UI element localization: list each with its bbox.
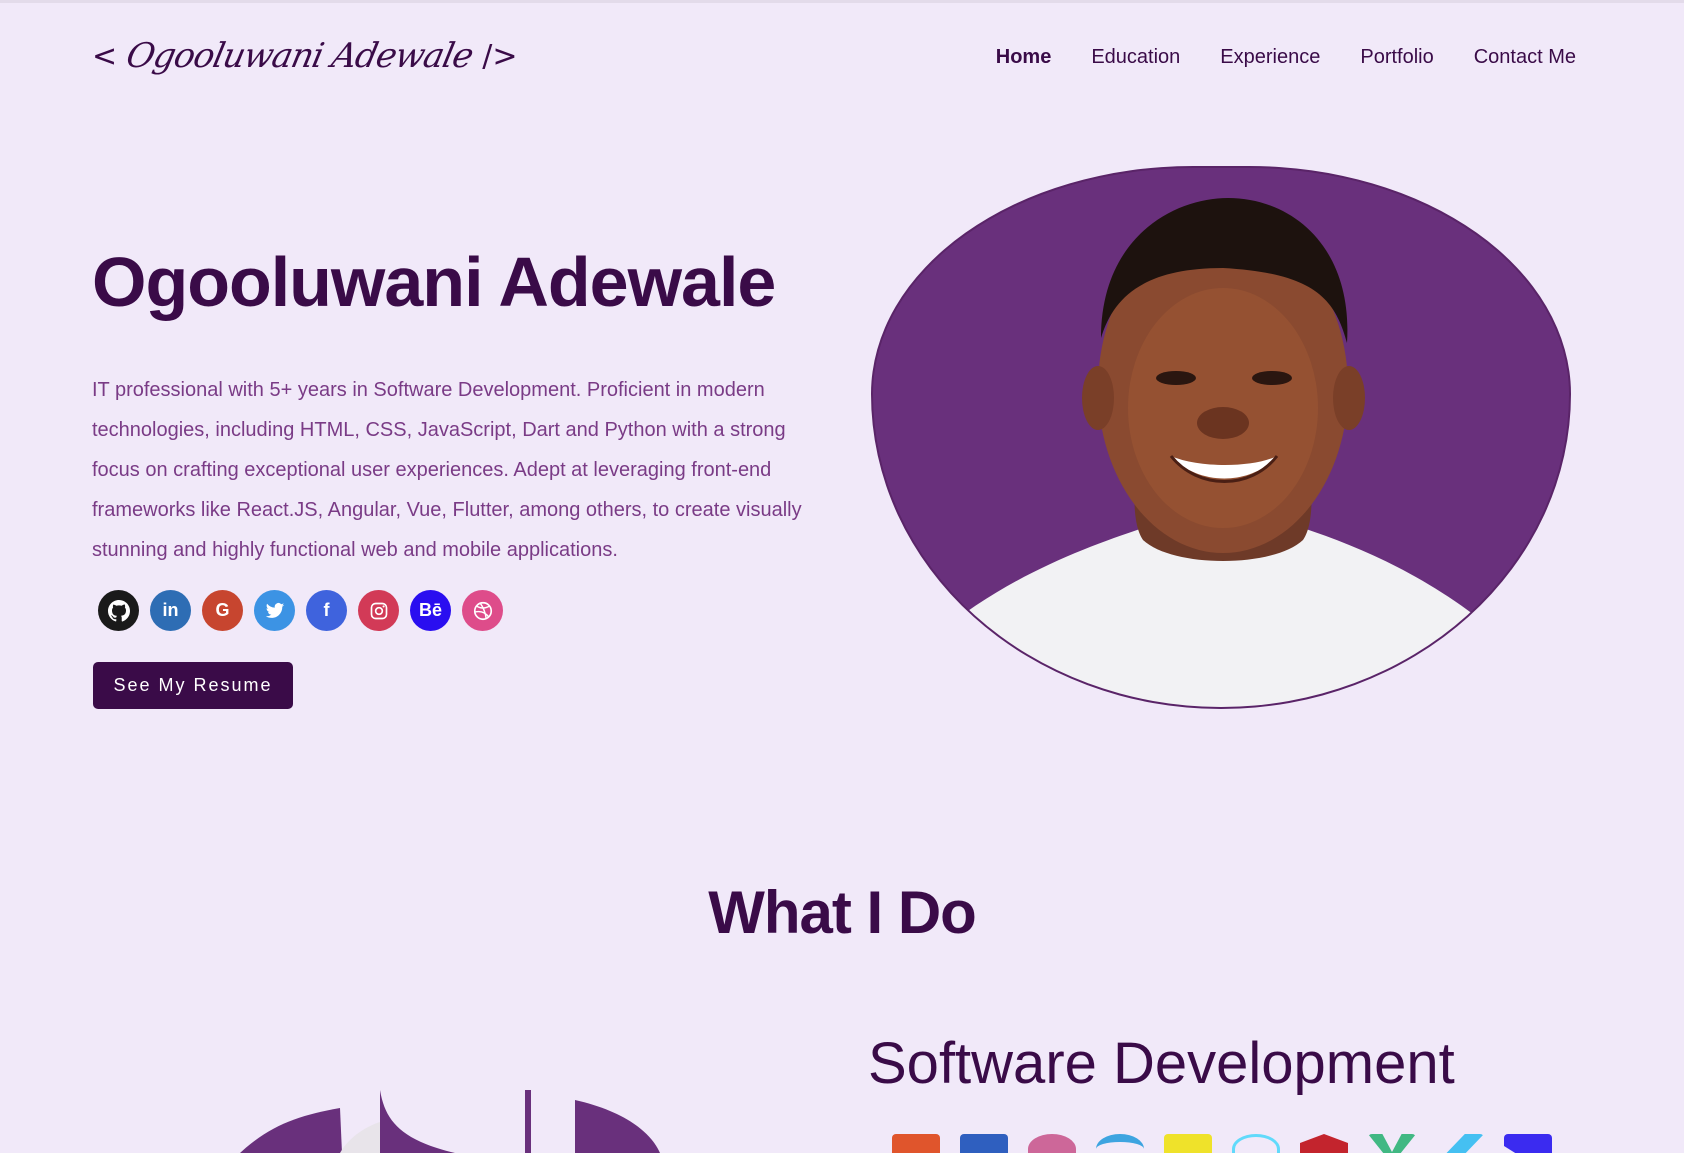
facebook-glyph: f [323,600,330,620]
sass-icon [1028,1134,1076,1153]
css3-icon [960,1134,1008,1153]
hero-description: IT professional with 5+ years in Softwar… [92,379,802,561]
facebook-icon[interactable]: f [306,590,347,631]
instagram-icon[interactable] [358,590,399,631]
profile-photo [871,166,1571,709]
tech-icons [892,1134,1552,1153]
twitter-icon[interactable] [254,590,295,631]
social-links: in G f Bē [98,590,503,631]
html5-icon [892,1134,940,1153]
linkedin-icon[interactable]: in [150,590,191,631]
nav-home[interactable]: Home [996,46,1052,69]
behance-glyph: Bē [418,600,442,620]
linkedin-glyph: in [162,600,179,620]
nav-education[interactable]: Education [1091,46,1180,69]
javascript-icon [1164,1134,1212,1153]
skill-title: Software Development [868,1031,1455,1096]
google-icon[interactable]: G [202,590,243,631]
what-i-do-title: What I Do [708,879,977,946]
main-nav: Home Education Experience Portfolio Cont… [996,46,1576,69]
logo-open-bracket: < [92,38,118,74]
site-header: < Ogooluwani Adewale /> Home Education E… [0,0,1684,120]
angular-icon [1300,1134,1348,1153]
hero-name: Ogooluwani Adewale [92,243,776,321]
google-glyph: G [215,600,230,620]
behance-icon[interactable]: Bē [410,590,451,631]
vue-icon [1368,1134,1416,1153]
nav-experience[interactable]: Experience [1220,46,1320,69]
github-icon[interactable] [98,590,139,631]
flutter-icon [1436,1134,1484,1153]
framer-icon [1504,1134,1552,1153]
logo-signature: Ogooluwani Adewale [122,36,477,76]
profile-portrait [876,198,1569,707]
react-icon [1232,1134,1280,1153]
nav-contact-me[interactable]: Contact Me [1474,46,1576,69]
dart-icon [1096,1134,1144,1153]
see-resume-button[interactable]: See My Resume [93,662,293,709]
illustration-graphic [240,1090,660,1153]
logo-close-bracket: /> [482,38,518,74]
dribbble-icon[interactable] [462,590,503,631]
logo[interactable]: < Ogooluwani Adewale /> [92,36,518,76]
nav-portfolio[interactable]: Portfolio [1360,46,1433,69]
